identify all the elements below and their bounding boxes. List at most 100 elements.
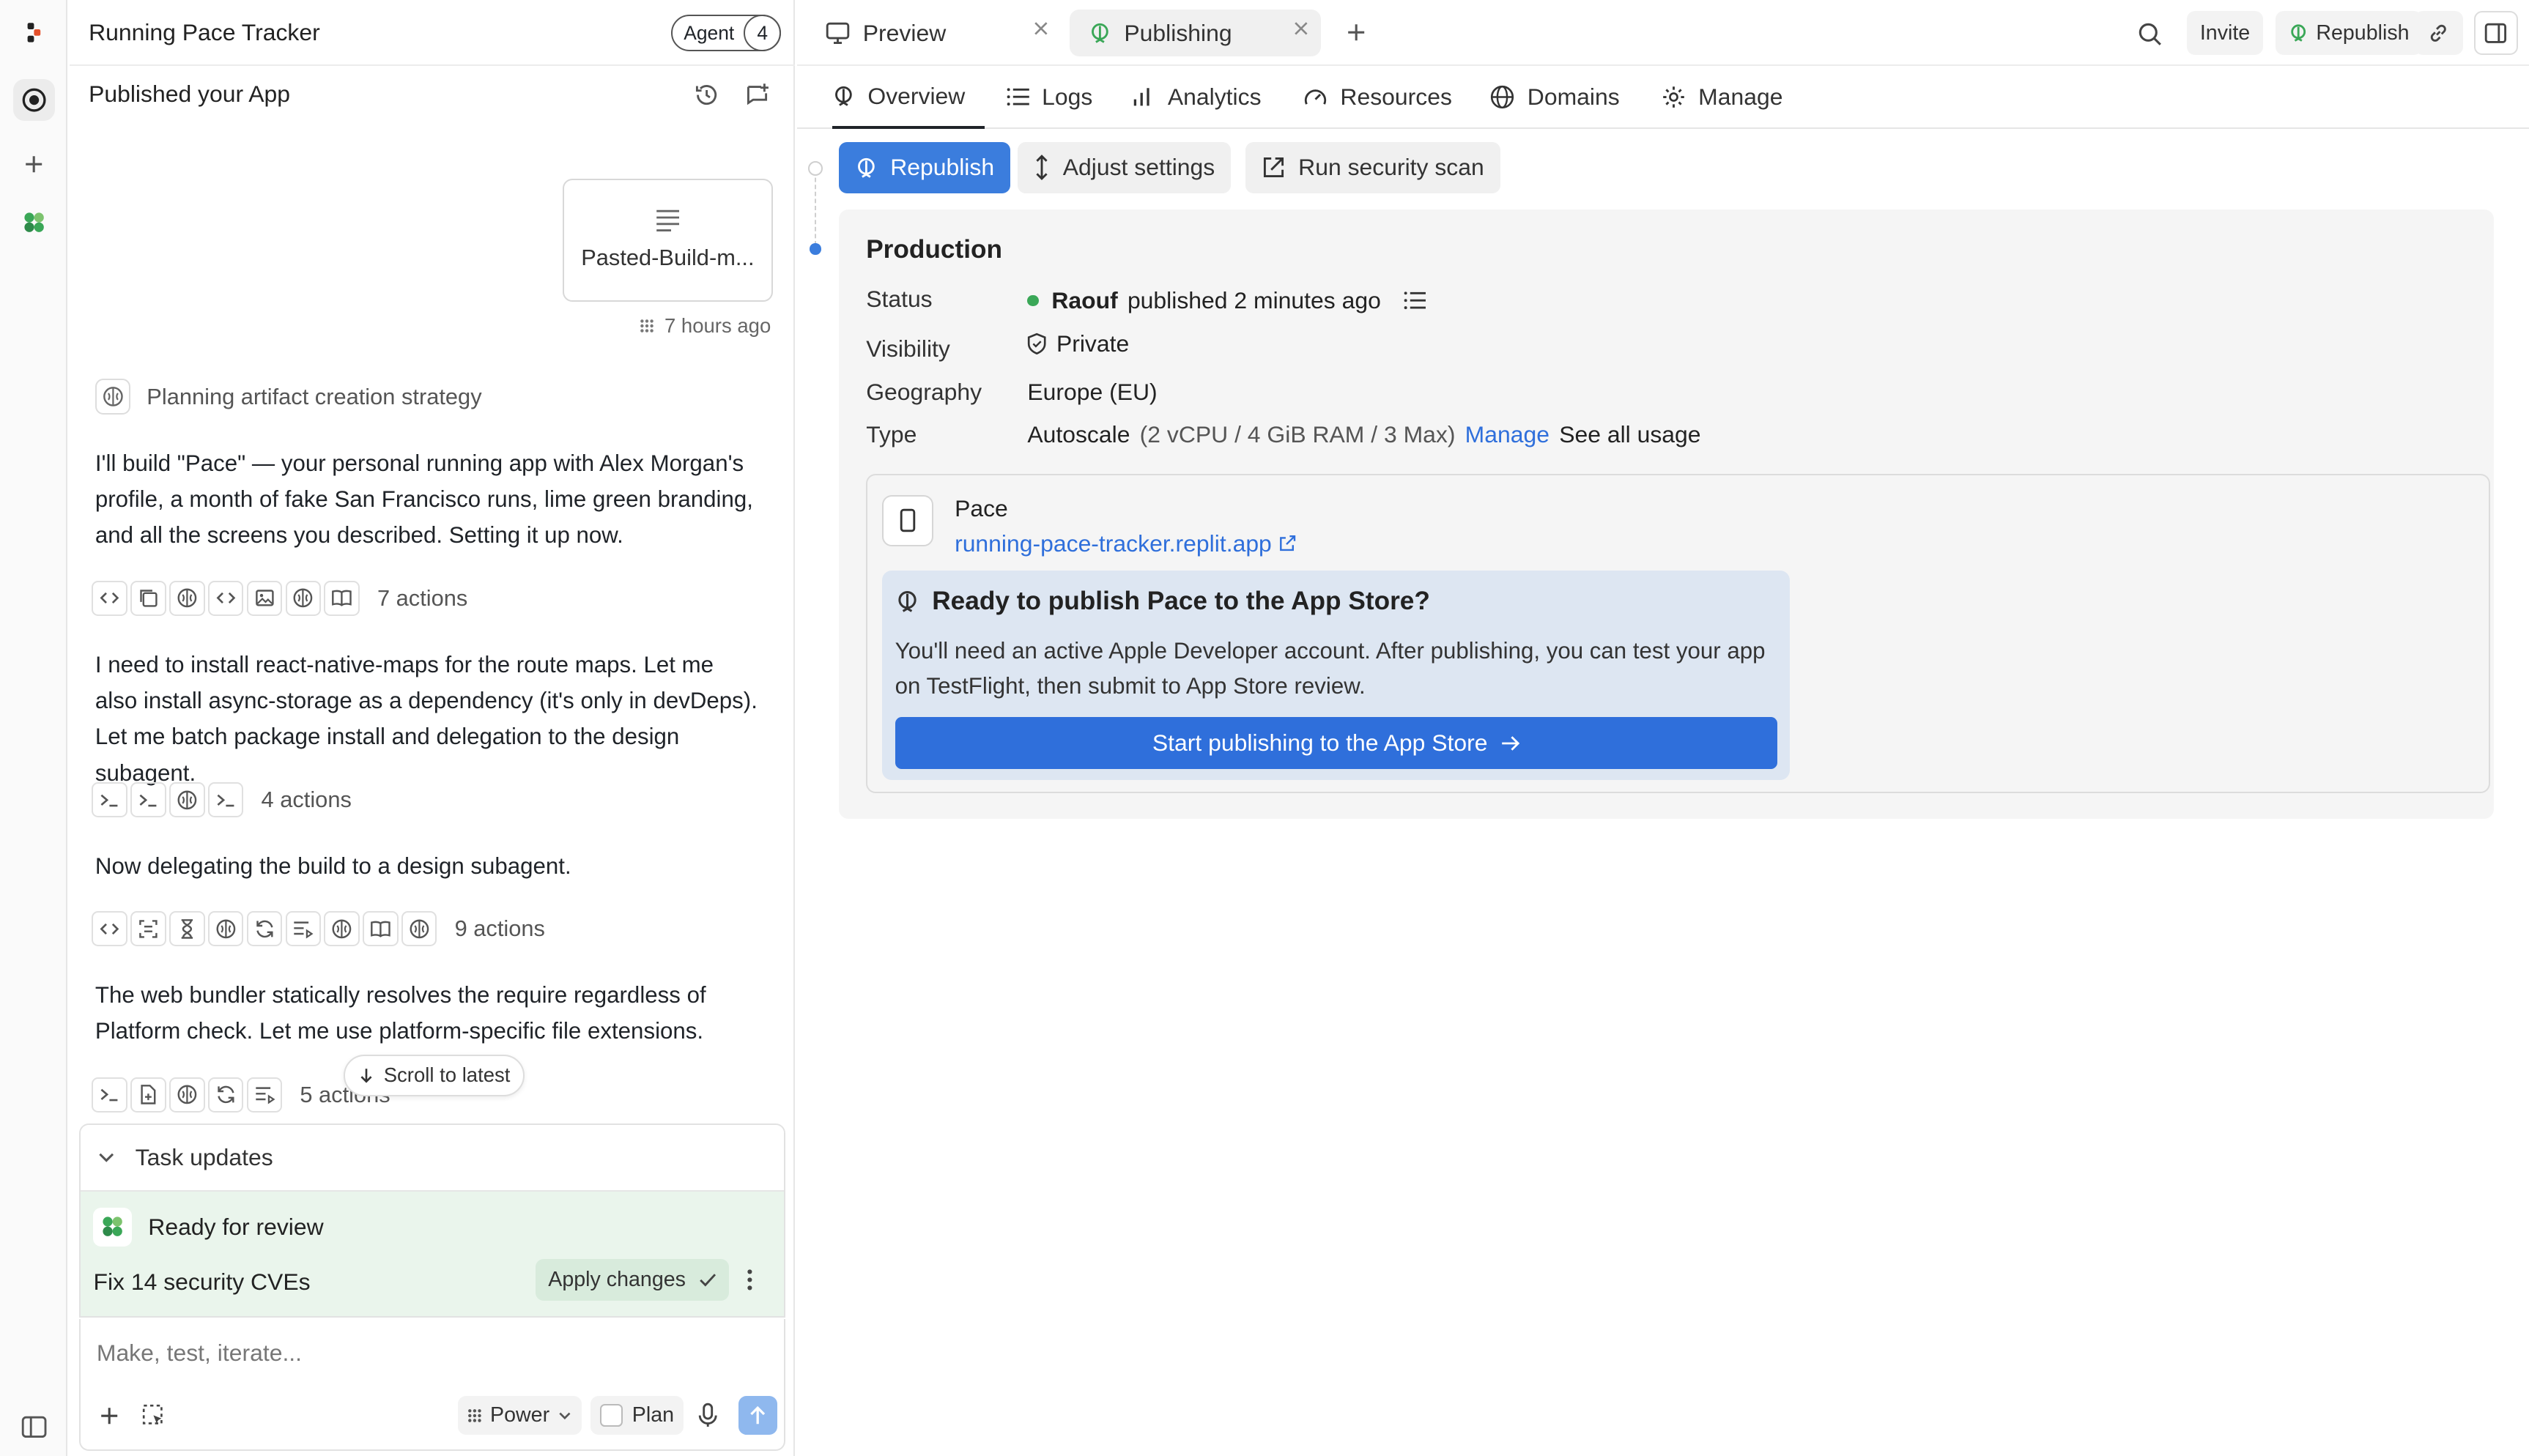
refresh-icon	[207, 1077, 244, 1113]
subnav-logs[interactable]: Logs	[1007, 66, 1092, 127]
microphone-icon[interactable]	[693, 1401, 722, 1430]
rocket-icon	[1092, 23, 1108, 43]
planning-row[interactable]: Planning artifact creation strategy	[95, 379, 482, 415]
image-icon	[246, 580, 283, 616]
visibility-value: Private	[1027, 330, 1129, 357]
left-rail	[0, 0, 68, 1456]
apply-changes-button[interactable]: Apply changes	[535, 1259, 730, 1301]
subnav-domains[interactable]: Domains	[1490, 66, 1620, 127]
agent-count: 4	[744, 14, 782, 52]
scroll-latest-label: Scroll to latest	[383, 1063, 511, 1087]
geography-label: Geography	[866, 379, 982, 406]
tab-preview[interactable]: Preview	[807, 10, 1062, 56]
terminal-icon	[207, 781, 244, 818]
subnav-analytics[interactable]: Analytics	[1132, 66, 1262, 127]
run-security-scan-button[interactable]: Run security scan	[1245, 141, 1500, 194]
see-all-usage-link[interactable]: See all usage	[1559, 421, 1700, 448]
send-button[interactable]	[738, 1396, 777, 1435]
composer-input[interactable]	[96, 1340, 758, 1367]
agent-label: Agent	[684, 22, 735, 44]
brain-icon	[207, 910, 244, 947]
subnav-resources[interactable]: Resources	[1303, 66, 1452, 127]
action-group-3[interactable]: 9 actions	[92, 910, 545, 947]
document-lines-icon	[656, 209, 679, 231]
plan-label: Plan	[632, 1403, 675, 1427]
agent-badge[interactable]: Agent 4	[670, 14, 782, 52]
list-icon	[1007, 88, 1029, 105]
action-group-2[interactable]: 4 actions	[92, 781, 352, 818]
copy-link-button[interactable]	[2414, 11, 2463, 55]
toggle-sidebar-icon[interactable]	[13, 1406, 55, 1448]
topbar-republish-button[interactable]: Republish	[2276, 11, 2423, 55]
arrow-right-icon	[1502, 735, 1520, 751]
subnav-domains-label: Domains	[1527, 83, 1620, 110]
replit-logo-icon[interactable]	[13, 13, 55, 55]
external-box-icon	[1263, 157, 1284, 178]
agent-target-icon[interactable]	[12, 78, 55, 122]
type-name: Autoscale	[1027, 420, 1130, 447]
app-store-title-row: Ready to publish Pace to the App Store?	[895, 587, 1430, 616]
publishing-subnav: Overview Logs Analytics Resources Domain…	[796, 66, 2529, 130]
power-mode-select[interactable]: Power	[458, 1396, 582, 1435]
chat-panel: Running Pace Tracker Agent 4 Published y…	[69, 0, 796, 1456]
scan-icon	[130, 910, 166, 947]
hourglass-icon	[169, 910, 205, 947]
scroll-to-latest-button[interactable]: Scroll to latest	[343, 1054, 525, 1096]
manage-link[interactable]: Manage	[1465, 421, 1549, 448]
attach-plus-icon[interactable]	[97, 1403, 122, 1428]
adjust-settings-button[interactable]: Adjust settings	[1018, 141, 1232, 194]
app-leaf-icon[interactable]	[13, 201, 55, 243]
plan-checkbox[interactable]	[599, 1404, 623, 1427]
new-chat-icon[interactable]	[744, 81, 773, 110]
list-icon[interactable]	[1404, 291, 1426, 310]
agent-message: I'll build "Pace" — your personal runnin…	[95, 450, 753, 549]
visibility-label: Visibility	[866, 335, 950, 362]
gear-icon	[1662, 86, 1684, 108]
tab-publishing[interactable]: Publishing	[1069, 10, 1321, 57]
brain-icon	[285, 580, 321, 616]
republish-label: Republish	[890, 154, 995, 181]
subnav-overview[interactable]: Overview	[832, 66, 985, 130]
action-group-1[interactable]: 7 actions	[92, 580, 467, 616]
code-icon	[92, 910, 127, 947]
history-icon[interactable]	[692, 81, 721, 110]
rocket-icon	[2291, 24, 2306, 42]
plan-toggle[interactable]: Plan	[590, 1396, 684, 1435]
timeline-line	[814, 171, 816, 245]
brain-icon	[324, 910, 360, 947]
terminal-icon	[92, 781, 127, 818]
new-plus-icon[interactable]	[13, 144, 55, 185]
app-leaf-icon	[93, 1207, 133, 1247]
subnav-manage[interactable]: Manage	[1662, 66, 1782, 127]
tab-preview-label: Preview	[862, 19, 947, 46]
agent-message: Now delegating the build to a design sub…	[95, 853, 571, 879]
invite-label: Invite	[2199, 21, 2251, 45]
brain-icon	[169, 781, 205, 818]
monitor-icon	[826, 22, 850, 44]
close-icon[interactable]	[1034, 21, 1048, 36]
planning-text: Planning artifact creation strategy	[147, 383, 482, 409]
pasted-attachment[interactable]: Pasted-Build-m...	[563, 179, 773, 302]
select-element-icon[interactable]	[140, 1403, 166, 1428]
close-icon[interactable]	[1294, 21, 1308, 36]
panel-right-icon	[2485, 23, 2507, 43]
brain-icon	[95, 379, 131, 415]
book-icon	[363, 910, 399, 947]
task-updates-header[interactable]: Task updates	[80, 1125, 785, 1192]
more-options-icon[interactable]	[738, 1263, 761, 1298]
brain-icon	[169, 580, 205, 616]
topbar-republish-label: Republish	[2316, 21, 2410, 45]
toggle-panel-button[interactable]	[2474, 11, 2518, 55]
search-icon[interactable]	[2136, 19, 2165, 48]
app-url-link[interactable]: running-pace-tracker.replit.app	[955, 530, 1296, 557]
chevron-down-icon	[559, 1412, 571, 1420]
new-tab-plus-icon[interactable]	[1344, 19, 1369, 45]
external-link-icon	[1279, 535, 1295, 551]
start-publishing-button[interactable]: Start publishing to the App Store	[895, 717, 1777, 769]
vertical-arrows-icon	[1036, 155, 1048, 181]
republish-button[interactable]: Republish	[838, 141, 1011, 194]
agent-message: I need to install react-native-maps for …	[95, 651, 758, 786]
invite-button[interactable]: Invite	[2187, 11, 2263, 55]
app-url: running-pace-tracker.replit.app	[955, 530, 1272, 557]
copy-icon	[130, 580, 166, 616]
